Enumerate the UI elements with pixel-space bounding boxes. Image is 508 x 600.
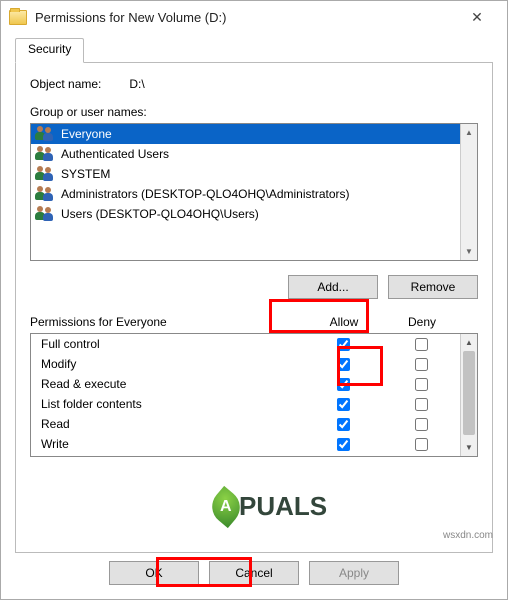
folder-icon [9, 10, 27, 25]
perm-name: Read [31, 417, 304, 431]
allow-checkbox[interactable] [337, 438, 350, 451]
col-allow: Allow [305, 315, 383, 329]
deny-checkbox[interactable] [415, 398, 428, 411]
watermark: wsxdn.com [443, 530, 493, 541]
content-area: Security Object name: D:\ Group or user … [1, 33, 507, 553]
scroll-down-icon[interactable]: ▼ [461, 439, 477, 456]
object-label: Object name: [30, 77, 126, 91]
list-item[interactable]: Administrators (DESKTOP-QLO4OHQ\Administ… [31, 184, 477, 204]
perm-row: Modify [31, 354, 477, 374]
perm-row: Read [31, 414, 477, 434]
object-value: D:\ [129, 77, 144, 91]
allow-checkbox[interactable] [337, 358, 350, 371]
scroll-track[interactable] [461, 141, 477, 243]
deny-checkbox[interactable] [415, 438, 428, 451]
list-item[interactable]: Users (DESKTOP-QLO4OHQ\Users) [31, 204, 477, 224]
perm-name: Full control [31, 337, 304, 351]
perm-name: Modify [31, 357, 304, 371]
permissions-grid: Full control Modify Read & execute List fol… [30, 333, 478, 457]
perm-row: List folder contents [31, 394, 477, 414]
allow-checkbox[interactable] [337, 338, 350, 351]
scroll-up-icon[interactable]: ▲ [461, 124, 477, 141]
perm-header: Permissions for Everyone Allow Deny [30, 315, 478, 329]
permissions-dialog: Permissions for New Volume (D:) ✕ Securi… [0, 0, 508, 600]
list-item[interactable]: SYSTEM [31, 164, 477, 184]
titlebar: Permissions for New Volume (D:) ✕ [1, 1, 507, 33]
close-button[interactable]: ✕ [455, 3, 499, 31]
perm-label: Permissions for Everyone [30, 315, 305, 329]
cancel-button[interactable]: Cancel [209, 561, 299, 585]
allow-checkbox[interactable] [337, 418, 350, 431]
deny-checkbox[interactable] [415, 418, 428, 431]
allow-checkbox[interactable] [337, 398, 350, 411]
dialog-buttons: OK Cancel Apply [1, 561, 507, 585]
list-item[interactable]: Everyone [31, 124, 477, 144]
users-icon [35, 206, 55, 222]
deny-checkbox[interactable] [415, 338, 428, 351]
list-item-label: Everyone [61, 127, 112, 141]
list-item[interactable]: Authenticated Users [31, 144, 477, 164]
scroll-thumb[interactable] [463, 351, 475, 435]
users-icon [35, 126, 55, 142]
scroll-up-icon[interactable]: ▲ [461, 334, 477, 351]
group-label: Group or user names: [30, 105, 478, 119]
users-icon [35, 166, 55, 182]
allow-checkbox[interactable] [337, 378, 350, 391]
users-icon [35, 186, 55, 202]
deny-checkbox[interactable] [415, 358, 428, 371]
col-deny: Deny [383, 315, 461, 329]
perm-row: Full control [31, 334, 477, 354]
perm-name: Read & execute [31, 377, 304, 391]
appuals-logo: A PUALS [211, 491, 327, 522]
add-button[interactable]: Add... [288, 275, 378, 299]
remove-button[interactable]: Remove [388, 275, 478, 299]
tabstrip: Security [15, 37, 493, 63]
tab-security[interactable]: Security [15, 38, 84, 63]
deny-checkbox[interactable] [415, 378, 428, 391]
user-list-scrollbar[interactable]: ▲ ▼ [460, 124, 477, 260]
ok-button[interactable]: OK [109, 561, 199, 585]
user-list[interactable]: Everyone Authenticated Users SYSTEM Adminis… [30, 123, 478, 261]
scroll-down-icon[interactable]: ▼ [461, 243, 477, 260]
window-title: Permissions for New Volume (D:) [35, 10, 226, 25]
users-icon [35, 146, 55, 162]
object-row: Object name: D:\ [30, 77, 478, 91]
perm-row: Read & execute [31, 374, 477, 394]
perm-scrollbar[interactable]: ▲ ▼ [460, 334, 477, 456]
perm-name: List folder contents [31, 397, 304, 411]
tab-body: Object name: D:\ Group or user names: Ev… [15, 63, 493, 553]
list-item-label: SYSTEM [61, 167, 110, 181]
list-item-label: Authenticated Users [61, 147, 169, 161]
user-buttons-row: Add... Remove [30, 275, 478, 299]
list-item-label: Users (DESKTOP-QLO4OHQ\Users) [61, 207, 259, 221]
list-item-label: Administrators (DESKTOP-QLO4OHQ\Administ… [61, 187, 350, 201]
perm-name: Write [31, 437, 304, 451]
perm-row: Write [31, 434, 477, 454]
apply-button[interactable]: Apply [309, 561, 399, 585]
